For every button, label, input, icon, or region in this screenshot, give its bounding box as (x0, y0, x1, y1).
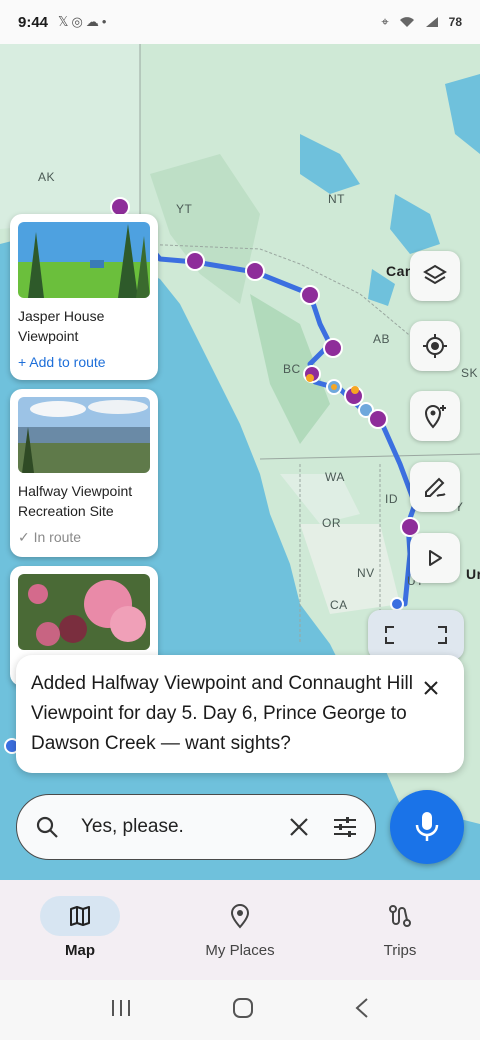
route-stop[interactable] (390, 597, 404, 611)
nav-trips[interactable]: Trips (320, 880, 480, 980)
mic-button[interactable] (390, 790, 464, 864)
map-label-or: OR (322, 516, 341, 530)
nav-my-places-label: My Places (205, 942, 275, 959)
wifi-icon (399, 17, 414, 27)
fit-bounds-button[interactable] (368, 610, 464, 660)
status-bar: 9:44 𝕏◎☁• ⌖ 78 (0, 0, 480, 44)
map-label-ab: AB (373, 332, 391, 346)
route-stop[interactable] (303, 365, 321, 383)
route-icon (389, 905, 411, 927)
tune-icon (334, 817, 356, 837)
filter-button[interactable] (331, 813, 359, 841)
route-stop[interactable] (344, 386, 364, 406)
map-label-nt: NT (328, 192, 345, 206)
recents-button[interactable] (110, 998, 132, 1023)
close-icon (424, 681, 438, 695)
map-label-yt: YT (176, 202, 193, 216)
route-stop[interactable] (368, 409, 388, 429)
nav-my-places[interactable]: My Places (160, 880, 320, 980)
place-card[interactable]: Jasper House Viewpoint + Add to route (10, 214, 158, 380)
dot-icon: • (101, 14, 110, 29)
assistant-message-text: Added Halfway Viewpoint and Connaught Hi… (31, 673, 414, 754)
map-label-ca: CA (330, 598, 348, 612)
map-label-sk: SK (461, 366, 479, 380)
play-button[interactable] (410, 533, 460, 583)
close-icon (290, 818, 308, 836)
home-icon (233, 997, 253, 1018)
nav-trips-label: Trips (383, 942, 417, 959)
add-place-icon (424, 405, 446, 429)
signal-icon (425, 17, 438, 27)
place-pin-icon (230, 904, 250, 929)
map-label-us: Ur (466, 566, 480, 582)
status-time: 9:44 (18, 13, 49, 31)
map-label-nv: NV (357, 566, 375, 580)
chat-input[interactable]: Yes, please. (81, 816, 285, 838)
route-stop[interactable] (300, 285, 320, 305)
add-place-button[interactable] (410, 391, 460, 441)
route-stop[interactable] (185, 251, 205, 271)
place-name: Halfway Viewpoint Recreation Site (18, 483, 133, 519)
map-icon (70, 906, 90, 926)
in-route-label: ✓ In route (18, 529, 82, 545)
bottom-navigation: Map My Places Trips (0, 880, 480, 980)
map-label-wa: WA (325, 470, 345, 484)
map-label-id: ID (385, 492, 398, 506)
location-icon: ⌖ (381, 14, 389, 29)
layers-button[interactable] (410, 251, 460, 301)
play-icon (429, 550, 442, 566)
recents-icon (112, 999, 130, 1016)
cloud-icon: ☁ (85, 14, 102, 29)
nav-map-label: Map (65, 942, 95, 959)
my-location-button[interactable] (410, 321, 460, 371)
layers-icon (423, 264, 447, 285)
notification-icons: 𝕏◎☁• (58, 14, 109, 30)
nav-map-indicator (40, 896, 120, 936)
my-location-icon (423, 334, 447, 358)
assistant-message: Added Halfway Viewpoint and Connaught Hi… (16, 655, 464, 773)
route-stop[interactable] (245, 261, 265, 281)
draw-route-button[interactable] (410, 462, 460, 512)
place-photo (18, 574, 150, 650)
route-stop[interactable] (326, 379, 342, 395)
system-navigation-bar (0, 980, 480, 1040)
x-logo-icon: 𝕏 (58, 14, 72, 29)
microphone-icon (415, 812, 439, 841)
battery-icon: 78 (448, 15, 462, 29)
add-to-route-button[interactable]: + Add to route (18, 354, 150, 370)
place-card[interactable]: Halfway Viewpoint Recreation Site ✓ In r… (10, 389, 158, 557)
place-photo (18, 397, 150, 473)
messenger-icon: ◎ (71, 14, 86, 29)
place-name: Jasper House Viewpoint (18, 308, 105, 344)
route-stop[interactable] (323, 338, 343, 358)
draw-route-icon (425, 477, 446, 497)
back-button[interactable] (354, 997, 370, 1024)
place-photo (18, 222, 150, 298)
back-icon (355, 997, 368, 1018)
home-button[interactable] (232, 997, 254, 1024)
search-icon (33, 813, 61, 841)
chat-input-bar[interactable]: Yes, please. (16, 794, 376, 860)
map-label-ak: AK (38, 170, 56, 184)
clear-input-button[interactable] (285, 813, 313, 841)
nav-map[interactable]: Map (0, 880, 160, 980)
fit-bounds-icon (385, 626, 447, 644)
map-label-bc: BC (283, 362, 301, 376)
close-message-button[interactable] (418, 675, 444, 701)
